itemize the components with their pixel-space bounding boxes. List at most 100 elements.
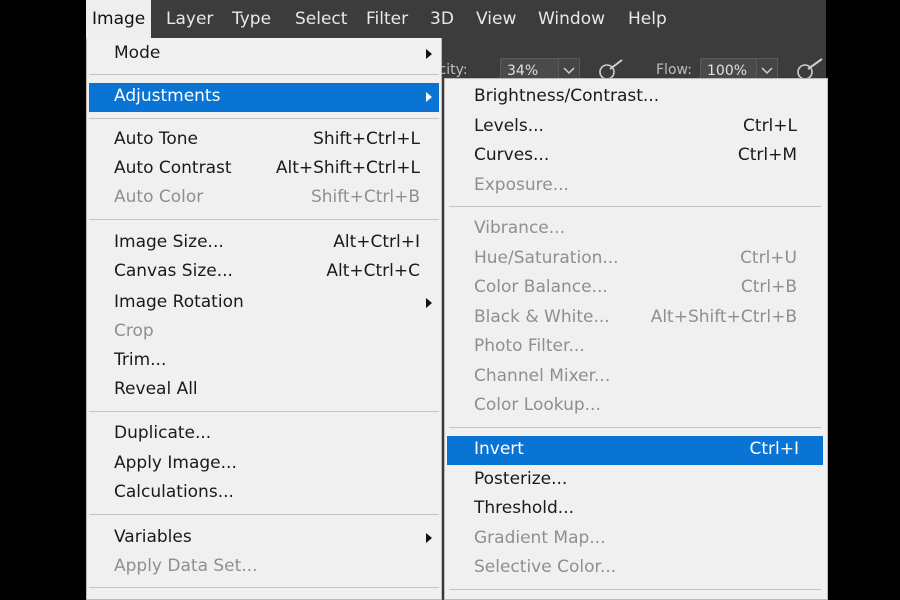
menu-3d[interactable]: 3D: [430, 0, 454, 38]
menu-item-canvas-size[interactable]: Canvas Size... Alt+Ctrl+C: [89, 258, 439, 287]
menu-item-exposure: Exposure...: [447, 172, 825, 201]
menu-bar: Image Layer Type Select Filter 3D View W…: [86, 0, 826, 38]
menu-item-gradient-map: Gradient Map...: [447, 525, 825, 554]
menu-item-label: Photo Filter...: [474, 336, 585, 356]
menu-separator: [89, 411, 439, 412]
menu-item-shortcut: Shift+Ctrl+B: [310, 187, 420, 207]
screenshot-frame: Image Layer Type Select Filter 3D View W…: [0, 0, 900, 600]
menu-item-label: Auto Color: [114, 187, 204, 207]
menu-item-shortcut: Ctrl+I: [749, 439, 799, 459]
menu-item-label: Calculations...: [114, 482, 234, 502]
menu-item-shortcut: Alt+Shift+Ctrl+L: [275, 158, 420, 178]
menu-item-shortcut: Alt+Shift+Ctrl+B: [650, 307, 797, 327]
menu-item-label: Trim...: [114, 350, 167, 370]
menu-item-apply-data-set: Apply Data Set...: [89, 553, 439, 582]
menu-separator: [89, 587, 439, 588]
menu-item-label: Exposure...: [474, 175, 569, 195]
menu-item-label: Auto Tone: [114, 129, 199, 149]
adjustments-submenu: Brightness/Contrast... Levels... Ctrl+L …: [444, 78, 828, 600]
menu-item-label: Apply Data Set...: [114, 556, 258, 576]
menu-item-auto-color: Auto Color Shift+Ctrl+B: [89, 184, 439, 213]
menu-item-label: Threshold...: [474, 498, 574, 518]
menu-item-invert[interactable]: Invert Ctrl+I: [447, 436, 823, 465]
menu-item-label: Mode: [114, 43, 161, 63]
menu-item-shortcut: Ctrl+L: [743, 116, 797, 136]
menu-help[interactable]: Help: [628, 0, 667, 38]
menu-item-label: Gradient Map...: [474, 528, 606, 548]
menu-item-label: Canvas Size...: [114, 261, 233, 281]
menu-item-duplicate[interactable]: Duplicate...: [89, 420, 439, 449]
menu-item-vibrance: Vibrance...: [447, 215, 825, 244]
menu-item-black-white: Black & White... Alt+Shift+Ctrl+B: [447, 304, 825, 333]
menu-separator: [449, 589, 821, 590]
menu-item-label: Duplicate...: [114, 423, 212, 443]
menu-item-reveal-all[interactable]: Reveal All: [89, 376, 439, 405]
submenu-arrow-icon: [426, 533, 432, 543]
menu-item-label: Variables: [114, 527, 192, 547]
menu-item-channel-mixer: Channel Mixer...: [447, 363, 825, 392]
menu-item-mode[interactable]: Mode: [89, 40, 439, 69]
menu-item-label: Apply Image...: [114, 453, 237, 473]
menu-item-label: Reveal All: [114, 379, 198, 399]
menu-item-label: Color Lookup...: [474, 395, 601, 415]
menu-item-label: Hue/Saturation...: [474, 248, 619, 268]
menu-separator: [89, 118, 439, 119]
menu-item-color-lookup: Color Lookup...: [447, 392, 825, 421]
menu-item-label: Invert: [474, 439, 524, 459]
menu-item-label: Brightness/Contrast...: [474, 86, 660, 106]
menu-item-auto-tone[interactable]: Auto Tone Shift+Ctrl+L: [89, 126, 439, 155]
menu-item-crop: Crop: [89, 318, 439, 347]
menu-item-apply-image[interactable]: Apply Image...: [89, 450, 439, 479]
menu-item-image-rotation[interactable]: Image Rotation: [89, 289, 439, 318]
menu-item-label: Adjustments: [114, 86, 221, 106]
menu-item-shortcut: Ctrl+U: [740, 248, 797, 268]
menu-item-calculations[interactable]: Calculations...: [89, 479, 439, 508]
menu-item-threshold[interactable]: Threshold...: [447, 495, 825, 524]
submenu-arrow-icon: [426, 92, 432, 102]
menu-item-photo-filter: Photo Filter...: [447, 333, 825, 362]
flow-label: Flow:: [656, 62, 692, 78]
menu-item-variables[interactable]: Variables: [89, 524, 439, 553]
menu-item-trim[interactable]: Trim...: [89, 347, 439, 376]
menu-item-label: Auto Contrast: [114, 158, 232, 178]
menu-select[interactable]: Select: [295, 0, 347, 38]
menu-item-shortcut: Shift+Ctrl+L: [313, 129, 420, 149]
menu-item-brightness-contrast[interactable]: Brightness/Contrast...: [447, 83, 825, 112]
menu-type[interactable]: Type: [232, 0, 271, 38]
menu-item-label: Color Balance...: [474, 277, 608, 297]
submenu-arrow-icon: [426, 49, 432, 59]
menu-item-hue-saturation: Hue/Saturation... Ctrl+U: [447, 245, 825, 274]
menu-item-selective-color: Selective Color...: [447, 554, 825, 583]
menu-item-curves[interactable]: Curves... Ctrl+M: [447, 142, 825, 171]
menu-separator: [449, 206, 821, 207]
menu-view[interactable]: View: [476, 0, 516, 38]
menu-item-label: Crop: [114, 321, 154, 341]
menu-item-label: Black & White...: [474, 307, 610, 327]
menu-separator: [89, 219, 439, 220]
menu-image[interactable]: Image: [86, 0, 152, 38]
menu-filter[interactable]: Filter: [366, 0, 408, 38]
menu-item-label: Levels...: [474, 116, 544, 136]
menu-layer[interactable]: Layer: [166, 0, 213, 38]
menu-window[interactable]: Window: [538, 0, 605, 38]
menu-item-shortcut: Alt+Ctrl+C: [326, 261, 420, 281]
menu-item-label: Posterize...: [474, 469, 568, 489]
menu-item-image-size[interactable]: Image Size... Alt+Ctrl+I: [89, 229, 439, 258]
menu-item-shortcut: Ctrl+B: [740, 277, 797, 297]
menu-item-levels[interactable]: Levels... Ctrl+L: [447, 113, 825, 142]
menu-separator: [89, 74, 439, 75]
menu-item-auto-contrast[interactable]: Auto Contrast Alt+Shift+Ctrl+L: [89, 155, 439, 184]
menu-item-label: Vibrance...: [474, 218, 565, 238]
menu-item-color-balance: Color Balance... Ctrl+B: [447, 274, 825, 303]
menu-item-shortcut: Alt+Ctrl+I: [333, 232, 420, 252]
image-menu: Mode Adjustments Auto Tone Shift+Ctrl+L …: [86, 38, 442, 600]
menu-item-label: Image Rotation: [114, 292, 244, 312]
menu-item-shortcut: Ctrl+M: [737, 145, 797, 165]
menu-item-label: Image Size...: [114, 232, 224, 252]
menu-item-adjustments[interactable]: Adjustments: [89, 83, 439, 112]
menu-separator: [89, 514, 439, 515]
submenu-arrow-icon: [426, 298, 432, 308]
menu-item-label: Selective Color...: [474, 557, 617, 577]
menu-item-posterize[interactable]: Posterize...: [447, 466, 825, 495]
menu-item-label: Channel Mixer...: [474, 366, 611, 386]
